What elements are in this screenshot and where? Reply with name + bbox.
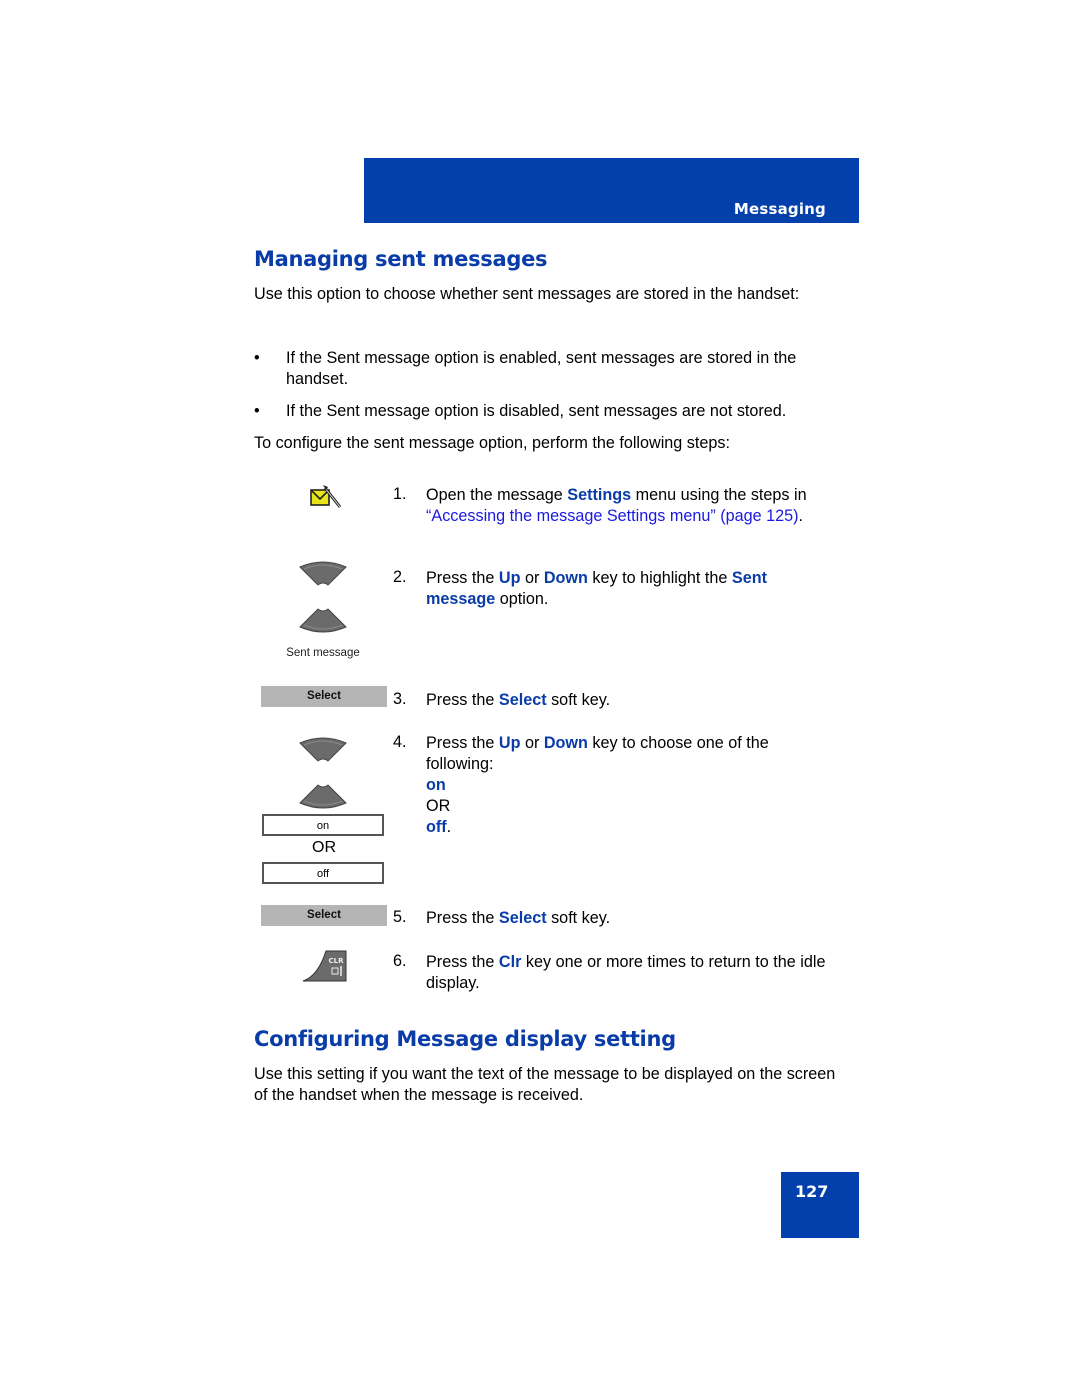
steps-lead: To configure the sent message option, pe… [254, 434, 730, 452]
section1-intro: Use this option to choose whether sent m… [254, 285, 800, 303]
keyword-down: Down [543, 569, 588, 587]
step-text-fragment: key to highlight the [587, 569, 732, 587]
step-2-text: Press the Up or Down key to highlight th… [426, 568, 826, 610]
page-number: 127 [795, 1182, 829, 1201]
bullet-glyph: • [254, 402, 260, 420]
step-text-fragment: option. [495, 590, 549, 608]
keyword-up: Up [498, 569, 521, 587]
or-label: OR [312, 839, 336, 856]
step-text-fragment: menu using the steps in [631, 486, 807, 504]
option-off-keyword: off [426, 818, 447, 836]
sent-message-caption: Sent message [286, 647, 360, 659]
section2-intro: Use this setting if you want the text of… [254, 1065, 836, 1104]
bullet-glyph: • [254, 349, 260, 367]
step-number: 1. [393, 485, 407, 503]
step-1-text: Open the message Settings menu using the… [426, 485, 826, 527]
step-number: 2. [393, 568, 407, 586]
keyword-select: Select [498, 909, 547, 927]
step-text-fragment: . [798, 507, 804, 525]
step-text-fragment: Open the message [426, 486, 568, 504]
step-text-fragment: Press the [426, 691, 499, 709]
keyword-clr: Clr [498, 953, 522, 971]
step-3-text: Press the Select soft key. [426, 690, 846, 711]
bullet-item: If the Sent message option is enabled, s… [286, 349, 797, 388]
up-down-nav-keys-icon [298, 560, 348, 634]
clr-key-icon: CLR [302, 950, 348, 982]
link-accessing-settings-menu[interactable]: “Accessing the message Settings menu” (p… [426, 507, 799, 525]
option-off-display: off [262, 862, 384, 884]
keyword-up: Up [498, 734, 521, 752]
step-text-fragment: soft key. [546, 691, 611, 709]
chapter-header-band: Messaging [364, 158, 859, 223]
keyword-settings: Settings [567, 486, 632, 504]
settings-envelope-icon [308, 482, 342, 512]
step-6-text: Press the Clr key one or more times to r… [426, 952, 831, 994]
option-on-keyword: on [426, 776, 446, 794]
step-text-fragment: . [446, 818, 452, 836]
step-number: 6. [393, 952, 407, 970]
select-softkey-graphic: Select [261, 686, 387, 707]
or-text: OR [426, 797, 451, 815]
option-on-display: on [262, 814, 384, 836]
up-down-nav-keys-icon [298, 736, 348, 810]
step-text-fragment: or [520, 569, 544, 587]
section-title-managing-sent-messages: Managing sent messages [254, 247, 548, 271]
step-4-text: Press the Up or Down key to choose one o… [426, 733, 826, 838]
step-text-fragment: Press the [426, 569, 499, 587]
step-text-fragment: Press the [426, 734, 499, 752]
step-text-fragment: Press the [426, 953, 499, 971]
keyword-down: Down [543, 734, 588, 752]
step-text-fragment: Press the [426, 909, 499, 927]
select-softkey-graphic: Select [261, 905, 387, 926]
step-number: 5. [393, 908, 407, 926]
page-number-box: 127 [781, 1172, 859, 1238]
step-5-text: Press the Select soft key. [426, 908, 846, 929]
bullet-item: If the Sent message option is disabled, … [286, 402, 787, 420]
step-number: 3. [393, 690, 407, 708]
section-title-configuring-message-display: Configuring Message display setting [254, 1027, 676, 1051]
step-text-fragment: or [520, 734, 544, 752]
chapter-label: Messaging [733, 200, 826, 218]
clr-key-label: CLR [329, 957, 345, 965]
keyword-select: Select [498, 691, 547, 709]
step-number: 4. [393, 733, 407, 751]
step-text-fragment: soft key. [546, 909, 611, 927]
